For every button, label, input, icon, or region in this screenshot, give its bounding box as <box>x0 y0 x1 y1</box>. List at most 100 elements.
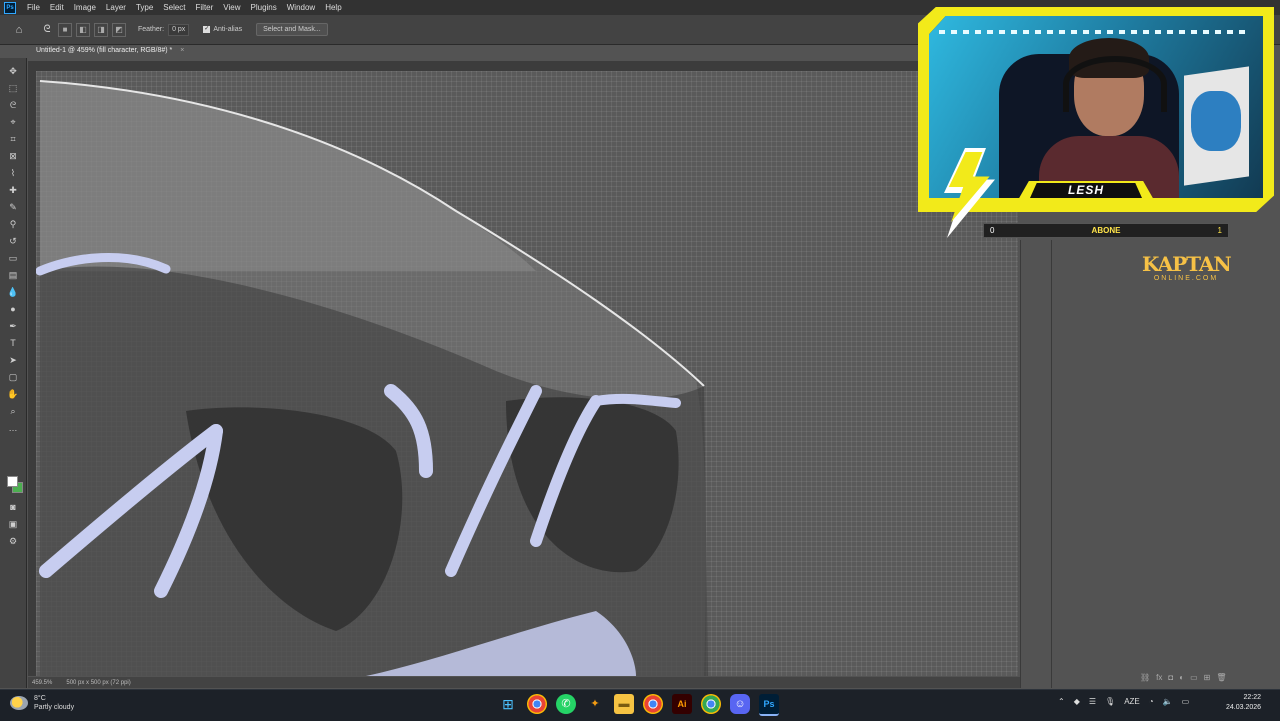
healing-brush-tool-icon[interactable]: ✚ <box>5 183 21 197</box>
webcam-poster-eagle <box>1191 91 1241 151</box>
path-selection-tool-icon[interactable]: ➤ <box>5 353 21 367</box>
menu-filter[interactable]: Filter <box>191 3 219 12</box>
subscriber-goal-bar: 0 ABONE 1 <box>983 223 1229 238</box>
whatsapp-icon[interactable]: ✆ <box>556 694 576 714</box>
new-group-icon[interactable]: ▭ <box>1190 673 1198 682</box>
quick-mask-icon[interactable]: ◙ <box>5 500 21 514</box>
volume-icon[interactable]: 🔈 <box>1163 697 1173 706</box>
menu-image[interactable]: Image <box>69 3 101 12</box>
move-tool-icon[interactable]: ✥ <box>5 64 21 78</box>
adjustment-layer-icon[interactable]: ◐ <box>1179 673 1184 682</box>
clock-time: 22:22 <box>1243 694 1262 701</box>
clone-stamp-tool-icon[interactable]: ⚲ <box>5 217 21 231</box>
right-panel-area <box>1020 240 1280 688</box>
hand-tool-icon[interactable]: ✋ <box>5 387 21 401</box>
canvas-artwork <box>36 80 708 676</box>
screen-mode-icon[interactable]: ▣ <box>5 517 21 531</box>
frame-tool-icon[interactable]: ⊠ <box>5 149 21 163</box>
object-selection-tool-icon[interactable]: ⌖ <box>5 115 21 129</box>
windows-start-icon[interactable]: ⊞ <box>498 694 518 714</box>
home-icon[interactable]: ⌂ <box>12 23 26 37</box>
eraser-tool-icon[interactable]: ▭ <box>5 251 21 265</box>
taskbar-apps: ⊞ ✆ ✦ ▬ Ai ☺ Ps <box>498 694 779 716</box>
select-and-mask-button[interactable]: Select and Mask... <box>256 23 328 36</box>
marquee-tool-icon[interactable]: ⬚ <box>5 81 21 95</box>
photoshop-logo-icon[interactable]: Ps <box>4 1 16 14</box>
app-orange-icon[interactable]: ✦ <box>585 694 605 714</box>
lasso-tool-preset-icon[interactable]: ᘓ <box>40 23 54 37</box>
tray-menu-icon[interactable]: ☰ <box>1089 697 1096 706</box>
zoom-tool-icon[interactable]: ⌕ <box>5 404 21 418</box>
brush-tool-icon[interactable]: ✎ <box>5 200 21 214</box>
chrome-icon[interactable] <box>701 694 721 714</box>
discord-icon[interactable]: ☺ <box>730 694 750 714</box>
clock-date: 24.03.2026 <box>1226 704 1262 711</box>
document-info[interactable]: 500 px x 500 px (72 ppi) <box>66 680 130 686</box>
menu-view[interactable]: View <box>218 3 245 12</box>
intersect-selection-icon[interactable]: ◩ <box>112 22 126 37</box>
checkbox-checked-icon[interactable]: ✓ <box>203 26 211 33</box>
sub-goal-label: ABONE <box>1091 226 1121 235</box>
add-mask-icon[interactable]: ◘ <box>1168 673 1173 682</box>
photoshop-icon[interactable]: Ps <box>759 694 779 716</box>
language-indicator[interactable]: AZE <box>1124 697 1140 706</box>
eyedropper-tool-icon[interactable]: ⌇ <box>5 166 21 180</box>
lasso-tool-icon[interactable]: ᘓ <box>5 98 21 112</box>
system-clock[interactable]: 22:22 24.03.2026 <box>1226 693 1261 713</box>
wifi-icon[interactable]: ◔ <box>1149 697 1154 706</box>
brand-logo: KAPTAN ONLINE.COM <box>1142 253 1232 285</box>
menu-select[interactable]: Select <box>158 3 190 12</box>
menu-help[interactable]: Help <box>320 3 346 12</box>
microphone-icon[interactable]: 🎙 <box>1105 697 1115 706</box>
anti-alias-checkbox[interactable]: ✓ Anti-alias <box>203 26 242 33</box>
menu-window[interactable]: Window <box>282 3 320 12</box>
vertical-ruler <box>28 71 36 676</box>
tray-app-icon[interactable]: ◆ <box>1074 697 1080 706</box>
status-bar: 459.5% 500 px x 500 px (72 ppi) <box>28 677 1022 688</box>
dodge-tool-icon[interactable]: ● <box>5 302 21 316</box>
feather-label: Feather: <box>138 26 165 33</box>
type-tool-icon[interactable]: T <box>5 336 21 350</box>
zoom-level[interactable]: 459.5% <box>32 680 52 686</box>
layers-panel-footer: ⛓ fx ◘ ◐ ▭ ⊞ 🗑 <box>1140 673 1227 682</box>
menu-plugins[interactable]: Plugins <box>246 3 282 12</box>
menu-layer[interactable]: Layer <box>101 3 131 12</box>
rectangle-tool-icon[interactable]: ▢ <box>5 370 21 384</box>
document-tab[interactable]: Untitled-1 @ 459% (fill character, RGB/8… <box>28 45 193 57</box>
weather-widget[interactable]: 8°C Partly cloudy <box>10 694 74 712</box>
menu-type[interactable]: Type <box>131 3 158 12</box>
battery-icon[interactable]: ▭ <box>1182 697 1190 706</box>
close-tab-icon[interactable]: × <box>180 47 184 54</box>
add-selection-icon[interactable]: ◧ <box>76 22 90 37</box>
foreground-color-swatch[interactable] <box>7 476 18 487</box>
panel-divider <box>1051 240 1052 688</box>
chrome-icon[interactable] <box>527 694 547 714</box>
menu-edit[interactable]: Edit <box>45 3 69 12</box>
sub-goal-target: 1 <box>1217 226 1222 235</box>
history-brush-tool-icon[interactable]: ↺ <box>5 234 21 248</box>
chrome-icon[interactable] <box>643 694 663 714</box>
edit-toolbar-icon[interactable]: ⚙ <box>5 534 21 548</box>
crop-tool-icon[interactable]: ⌗ <box>5 132 21 146</box>
more-tools-icon[interactable]: … <box>5 421 21 435</box>
document-canvas[interactable] <box>36 71 1018 676</box>
chevron-up-icon[interactable]: ⌃ <box>1058 697 1065 706</box>
blur-tool-icon[interactable]: 💧 <box>5 285 21 299</box>
subtract-selection-icon[interactable]: ◨ <box>94 22 108 37</box>
illustrator-icon[interactable]: Ai <box>672 694 692 714</box>
menu-file[interactable]: File <box>22 3 45 12</box>
brand-logo-subtitle: ONLINE.COM <box>1153 275 1219 282</box>
gradient-tool-icon[interactable]: ▤ <box>5 268 21 282</box>
file-explorer-icon[interactable]: ▬ <box>614 694 634 714</box>
feather-input[interactable]: 0 px <box>168 23 190 36</box>
system-tray: ⌃ ◆ ☰ 🎙 AZE ◔ 🔈 ▭ <box>1058 697 1189 706</box>
new-layer-icon[interactable]: ⊞ <box>1204 673 1211 682</box>
tools-panel: ✥ ⬚ ᘓ ⌖ ⌗ ⊠ ⌇ ✚ ✎ ⚲ ↺ ▭ ▤ 💧 ● ✒ T ➤ ▢ ✋ … <box>0 58 27 688</box>
new-selection-icon[interactable]: ■ <box>58 22 72 37</box>
sub-goal-current: 0 <box>990 226 995 235</box>
pen-tool-icon[interactable]: ✒ <box>5 319 21 333</box>
layer-style-icon[interactable]: fx <box>1156 673 1162 682</box>
webcam-feed <box>929 16 1263 198</box>
link-layers-icon[interactable]: ⛓ <box>1140 673 1150 682</box>
delete-layer-icon[interactable]: 🗑 <box>1216 673 1226 682</box>
